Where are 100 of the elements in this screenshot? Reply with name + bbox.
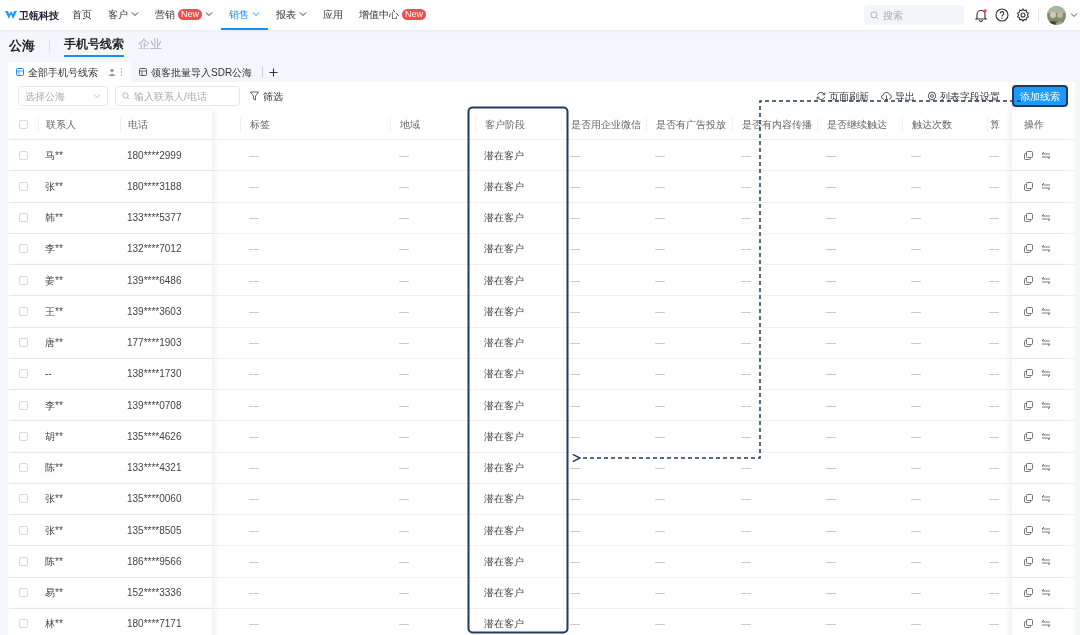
nav-item[interactable]: 应用	[315, 0, 351, 30]
table-cell-text: —	[569, 429, 580, 444]
table-cell-text: —	[398, 586, 409, 601]
avatar[interactable]	[1047, 5, 1066, 25]
swap-icon[interactable]	[1041, 494, 1051, 504]
table-cell-text: —	[654, 304, 665, 319]
column-header: 客户阶段	[484, 118, 525, 132]
table-cell-text: —	[569, 179, 580, 194]
column-header: 是否继续触达	[826, 118, 887, 132]
nav-item[interactable]: 增值中心 New	[351, 0, 435, 30]
add-icon[interactable]	[269, 68, 279, 77]
checkbox[interactable]	[18, 275, 28, 285]
swap-icon[interactable]	[1041, 525, 1051, 535]
column-header: 是否有广告投放	[655, 118, 726, 132]
checkbox[interactable]	[18, 213, 28, 223]
nav-item[interactable]: 首页	[64, 0, 100, 30]
toolbar-button[interactable]: 页面刷新	[816, 88, 869, 104]
table-icon	[16, 68, 24, 76]
table-cell-text: —	[248, 398, 259, 413]
copy-icon[interactable]	[1024, 556, 1033, 566]
help-icon[interactable]	[995, 8, 1009, 22]
settings-icon	[927, 91, 937, 101]
copy-icon[interactable]	[1024, 275, 1033, 285]
table-cell-text: —	[988, 586, 999, 601]
table-cell-text: —	[988, 367, 999, 382]
chevron-icon	[299, 10, 307, 18]
swap-icon[interactable]	[1041, 588, 1051, 598]
table-cell-text: —	[398, 429, 409, 444]
copy-icon[interactable]	[1024, 463, 1033, 473]
copy-icon[interactable]	[1024, 494, 1033, 504]
checkbox[interactable]	[18, 150, 28, 160]
view-tab[interactable]: 领客批量导入SDR公海	[131, 62, 261, 82]
copy-icon[interactable]	[1024, 338, 1033, 348]
bell-icon[interactable]	[974, 8, 988, 22]
nav-item[interactable]: 客户	[100, 0, 147, 30]
nav-item[interactable]: 销售	[221, 0, 268, 30]
copy-icon[interactable]	[1024, 619, 1033, 629]
table-cell-text: 133****4321	[126, 461, 183, 476]
checkbox[interactable]	[18, 338, 28, 348]
swap-icon[interactable]	[1041, 338, 1051, 348]
toolbar-button[interactable]: 列表字段设置	[927, 88, 1000, 104]
swap-icon[interactable]	[1041, 244, 1051, 254]
copy-icon[interactable]	[1024, 181, 1033, 191]
copy-icon[interactable]	[1024, 369, 1033, 379]
table-cell-text: 潜在客户	[483, 492, 524, 507]
table-cell-text: —	[825, 461, 836, 476]
copy-icon[interactable]	[1024, 525, 1033, 535]
checkbox[interactable]	[18, 181, 28, 191]
chevron-icon[interactable]	[1070, 11, 1078, 19]
copy-icon[interactable]	[1024, 244, 1033, 254]
swap-icon[interactable]	[1041, 181, 1051, 191]
table-cell-text: —	[910, 398, 921, 413]
checkbox[interactable]	[18, 431, 28, 441]
checkbox[interactable]	[18, 588, 28, 598]
column-header: 操作	[1024, 118, 1044, 132]
checkbox[interactable]	[18, 556, 28, 566]
settings-icon[interactable]	[1016, 8, 1030, 22]
table-cell-text: —	[398, 336, 409, 351]
table-cell-text: 潜在客户	[483, 211, 524, 226]
table-cell-text: —	[569, 242, 580, 257]
toolbar-button[interactable]: 导出	[881, 88, 915, 104]
copy-icon[interactable]	[1024, 213, 1033, 223]
swap-icon[interactable]	[1041, 431, 1051, 441]
page-tab[interactable]: 手机号线索	[64, 35, 124, 57]
table-cell-text: —	[398, 554, 409, 569]
swap-icon[interactable]	[1041, 619, 1051, 629]
table-cell-text: —	[740, 304, 751, 319]
copy-icon[interactable]	[1024, 431, 1033, 441]
table-cell-text: —	[654, 398, 665, 413]
table-cell-text: —	[910, 523, 921, 538]
nav-item[interactable]: 报表	[268, 0, 315, 30]
checkbox[interactable]	[18, 525, 28, 535]
swap-icon[interactable]	[1041, 213, 1051, 223]
filter-button[interactable]: 筛选	[250, 88, 283, 104]
copy-icon[interactable]	[1024, 306, 1033, 316]
copy-icon[interactable]	[1024, 150, 1033, 160]
copy-icon[interactable]	[1024, 400, 1033, 410]
checkbox[interactable]	[18, 120, 28, 129]
table-cell-text: —	[825, 242, 836, 257]
swap-icon[interactable]	[1041, 369, 1051, 379]
nav-item[interactable]: 营销 New	[147, 0, 221, 30]
table-cell-text: —	[248, 211, 259, 226]
swap-icon[interactable]	[1041, 306, 1051, 316]
checkbox[interactable]	[18, 619, 28, 629]
view-tab[interactable]: 全部手机号线索	[8, 62, 131, 82]
swap-icon[interactable]	[1041, 275, 1051, 285]
swap-icon[interactable]	[1041, 400, 1051, 410]
checkbox[interactable]	[18, 463, 28, 473]
copy-icon[interactable]	[1024, 588, 1033, 598]
table-cell-text: —	[569, 273, 580, 288]
swap-icon[interactable]	[1041, 556, 1051, 566]
checkbox[interactable]	[18, 400, 28, 410]
checkbox[interactable]	[18, 244, 28, 254]
swap-icon[interactable]	[1041, 463, 1051, 473]
checkbox[interactable]	[18, 494, 28, 504]
table-cell-text: 180****7171	[126, 617, 183, 632]
checkbox[interactable]	[18, 306, 28, 316]
checkbox[interactable]	[18, 369, 28, 379]
swap-icon[interactable]	[1041, 150, 1051, 160]
table-cell-text: —	[825, 211, 836, 226]
